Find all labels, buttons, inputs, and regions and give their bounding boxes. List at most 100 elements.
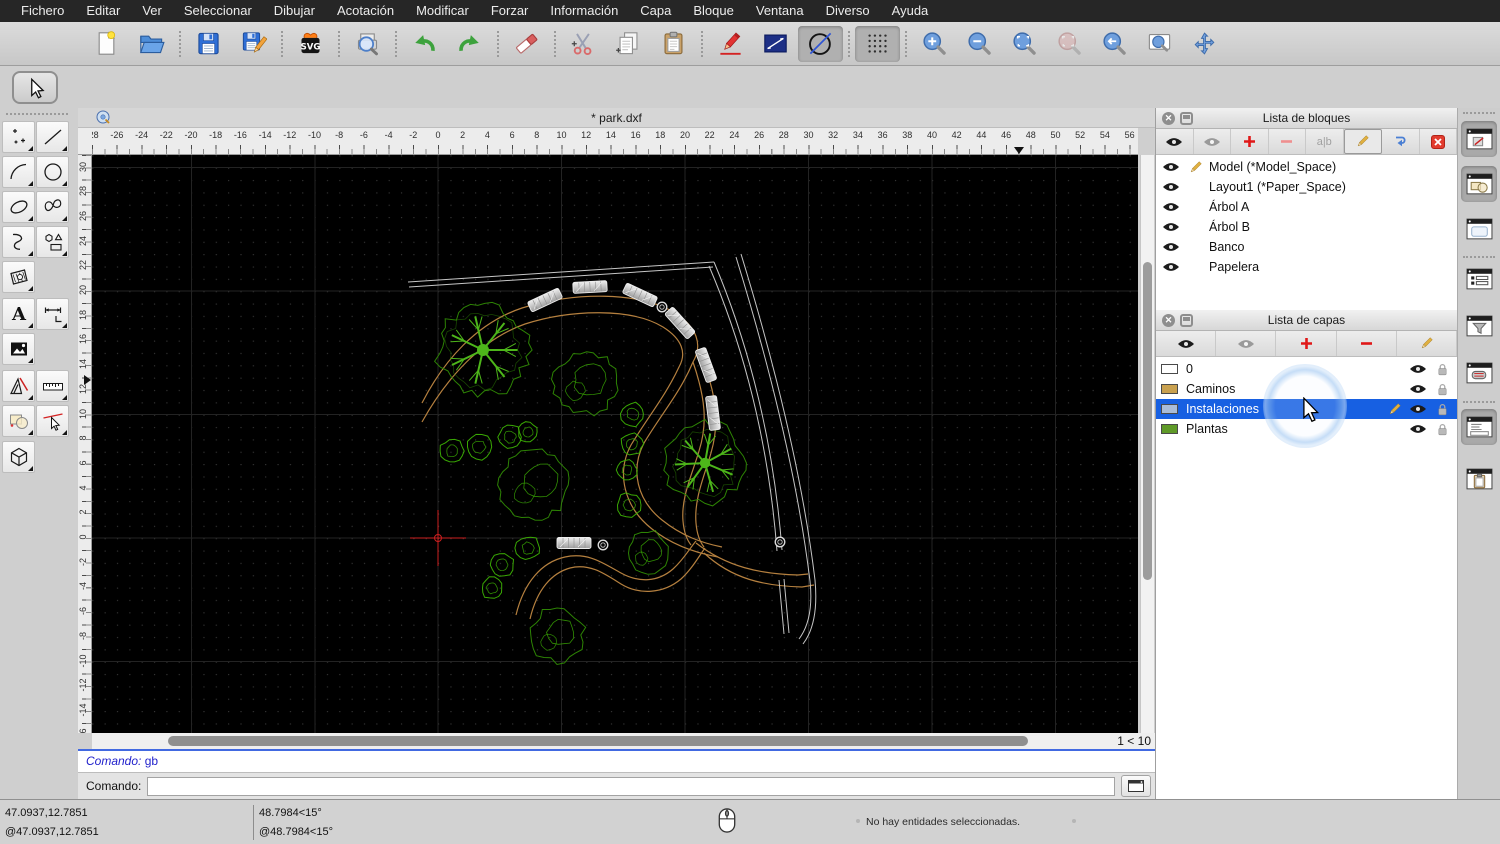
block-row-papelera[interactable]: Papelera xyxy=(1156,257,1457,277)
tool-measure-button[interactable] xyxy=(36,370,69,402)
horizontal-scrollbar[interactable]: 1 < 10 xyxy=(92,733,1155,749)
delete-block-button[interactable] xyxy=(1420,129,1457,154)
visibility-eye-icon[interactable] xyxy=(1161,241,1181,253)
show-all-layers-button[interactable] xyxy=(1156,331,1217,356)
visibility-eye-icon[interactable] xyxy=(1161,181,1181,193)
visibility-eye-icon[interactable] xyxy=(1161,261,1181,273)
tool-polygon-button[interactable] xyxy=(36,226,69,258)
undo-button[interactable] xyxy=(402,26,447,62)
copy-button[interactable] xyxy=(606,26,651,62)
vertical-scrollbar-thumb[interactable] xyxy=(1143,262,1152,580)
remove-block-button[interactable] xyxy=(1269,129,1306,154)
zoom-out-button[interactable] xyxy=(957,26,1002,62)
list-window-toggle[interactable] xyxy=(1461,261,1497,297)
tool-spline-button[interactable] xyxy=(36,191,69,223)
layer-visibility-eye-icon[interactable] xyxy=(1408,403,1428,415)
draw-freehand-button[interactable] xyxy=(708,26,753,62)
tool-text-button[interactable]: A xyxy=(2,298,35,330)
tool-line-button[interactable] xyxy=(36,121,69,153)
tool-misc-draw-button[interactable] xyxy=(2,370,35,402)
line-ruler-button[interactable] xyxy=(753,26,798,62)
layer-color-swatch[interactable] xyxy=(1161,384,1178,394)
circle-tool-button[interactable] xyxy=(798,25,843,62)
layer-row-caminos[interactable]: Caminos xyxy=(1156,379,1457,399)
plot-window-toggle[interactable] xyxy=(1461,355,1497,391)
menu-forzar[interactable]: Forzar xyxy=(480,0,540,22)
menu-bloque[interactable]: Bloque xyxy=(682,0,744,22)
tool-hatch-button[interactable] xyxy=(2,261,35,293)
menu-ver[interactable]: Ver xyxy=(131,0,173,22)
rename-block-button[interactable]: a|b xyxy=(1306,129,1344,154)
layer-edit-pencil-icon[interactable] xyxy=(1384,402,1404,417)
layer-visibility-eye-icon[interactable] xyxy=(1408,383,1428,395)
edit-block-button[interactable] xyxy=(1343,129,1382,154)
svg-export-button[interactable]: SVG xyxy=(288,26,333,62)
block-row-banco[interactable]: Banco xyxy=(1156,237,1457,257)
menu-capa[interactable]: Capa xyxy=(629,0,682,22)
menu-modificar[interactable]: Modificar xyxy=(405,0,480,22)
drawing-canvas[interactable] xyxy=(92,155,1138,733)
tool-image-button[interactable] xyxy=(2,333,35,365)
command-input[interactable] xyxy=(147,776,1115,796)
menu-ayuda[interactable]: Ayuda xyxy=(881,0,940,22)
visibility-eye-icon[interactable] xyxy=(1161,201,1181,213)
close-icon[interactable]: ✕ xyxy=(1162,314,1175,327)
layer-visibility-eye-icon[interactable] xyxy=(1408,423,1428,435)
layer-visibility-eye-icon[interactable] xyxy=(1408,363,1428,375)
tool-solid-3d-button[interactable] xyxy=(2,441,35,473)
visibility-eye-icon[interactable] xyxy=(1161,161,1181,173)
zoom-pan-button[interactable] xyxy=(1182,26,1227,62)
save-button[interactable] xyxy=(186,26,231,62)
clipboard-window-toggle[interactable] xyxy=(1461,461,1497,497)
menu-acotacion[interactable]: Acotación xyxy=(326,0,405,22)
visibility-eye-icon[interactable] xyxy=(1161,221,1181,233)
add-layer-button[interactable] xyxy=(1276,331,1337,356)
layer-row-instalaciones[interactable]: Instalaciones xyxy=(1156,399,1457,419)
paste-button[interactable] xyxy=(651,26,696,62)
hide-all-layers-button[interactable] xyxy=(1216,331,1277,356)
zoom-previous-button[interactable] xyxy=(1092,26,1137,62)
add-block-button[interactable] xyxy=(1231,129,1269,154)
command-window-toggle[interactable] xyxy=(1461,409,1497,445)
horizontal-scrollbar-thumb[interactable] xyxy=(168,736,1028,746)
close-icon[interactable]: ✕ xyxy=(1162,112,1175,125)
remove-layer-button[interactable] xyxy=(1337,331,1397,356)
layer-lock-icon[interactable] xyxy=(1432,423,1452,436)
new-button[interactable] xyxy=(84,26,129,62)
zoom-in-button[interactable] xyxy=(912,26,957,62)
hide-all-blocks-button[interactable] xyxy=(1194,129,1231,154)
preview-window-toggle[interactable] xyxy=(1461,211,1497,247)
layer-color-swatch[interactable] xyxy=(1161,364,1178,374)
menu-seleccionar[interactable]: Seleccionar xyxy=(173,0,263,22)
block-row-model-modelspace[interactable]: Model (*Model_Space) xyxy=(1156,157,1457,177)
grid-toggle-button[interactable] xyxy=(855,25,900,62)
zoom-auto-button[interactable] xyxy=(1002,26,1047,62)
redo-button[interactable] xyxy=(447,26,492,62)
open-button[interactable] xyxy=(129,26,174,62)
float-icon[interactable] xyxy=(1180,112,1193,125)
tool-points-button[interactable] xyxy=(2,121,35,153)
layer-lock-icon[interactable] xyxy=(1432,403,1452,416)
layer-lock-icon[interactable] xyxy=(1432,383,1452,396)
menu-informacion[interactable]: Información xyxy=(539,0,629,22)
vertical-scrollbar[interactable] xyxy=(1140,155,1154,733)
detach-command-button[interactable] xyxy=(1121,775,1151,797)
tool-modify-button[interactable] xyxy=(2,405,35,437)
tool-dimension-button[interactable] xyxy=(36,298,69,330)
layer-lock-icon[interactable] xyxy=(1432,363,1452,376)
menu-ventana[interactable]: Ventana xyxy=(745,0,815,22)
insert-block-button[interactable] xyxy=(1382,129,1420,154)
entity-properties-window-toggle[interactable] xyxy=(1461,121,1497,157)
tool-polyline-button[interactable] xyxy=(2,226,35,258)
select-arrow-button[interactable] xyxy=(12,71,58,104)
delete-entities-button[interactable] xyxy=(504,26,549,62)
zoom-window-button[interactable] xyxy=(1137,26,1182,62)
show-all-blocks-button[interactable] xyxy=(1156,129,1194,154)
float-icon[interactable] xyxy=(1180,314,1193,327)
block-row-arbol-b[interactable]: Árbol B xyxy=(1156,217,1457,237)
block-row-layout1-paperspace[interactable]: Layout1 (*Paper_Space) xyxy=(1156,177,1457,197)
tool-ellipse-button[interactable] xyxy=(2,191,35,223)
layer-row-plantas[interactable]: Plantas xyxy=(1156,419,1457,439)
layer-color-swatch[interactable] xyxy=(1161,404,1178,414)
layer-color-swatch[interactable] xyxy=(1161,424,1178,434)
